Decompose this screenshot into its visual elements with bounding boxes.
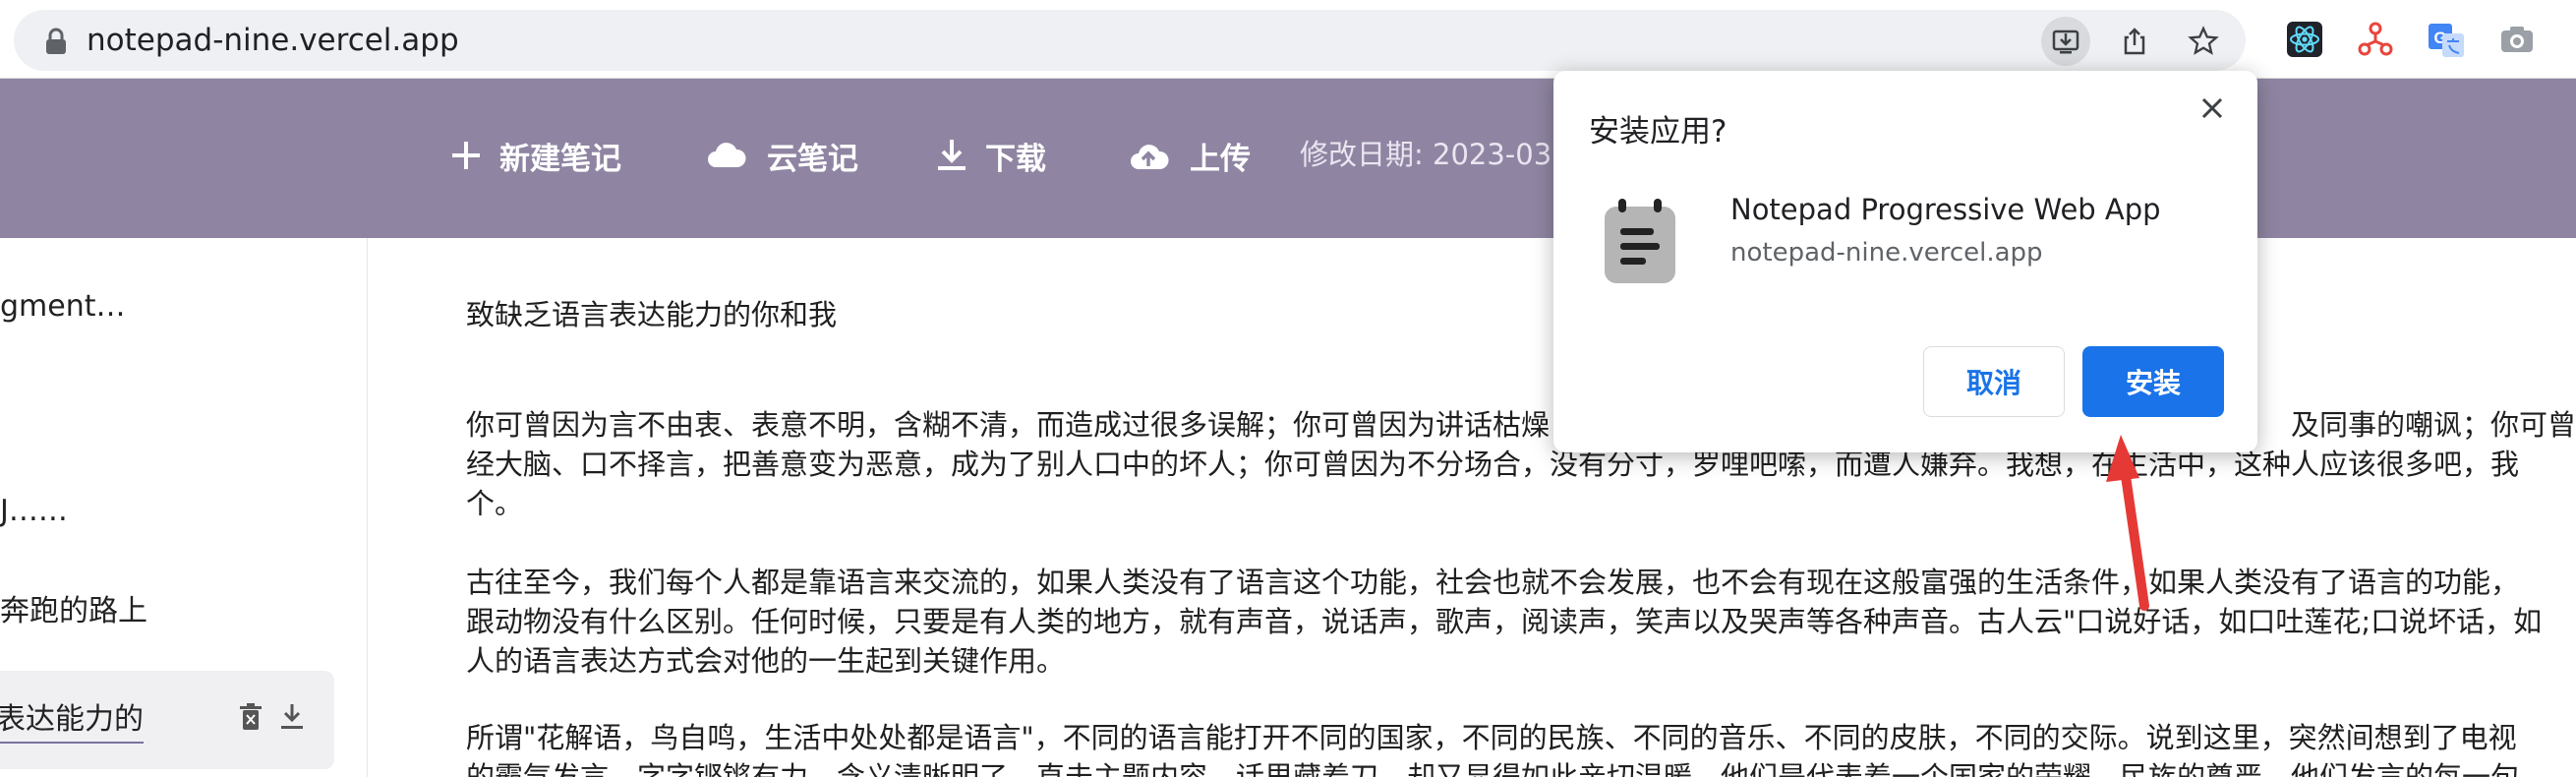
install-button[interactable]: 安装 bbox=[2082, 346, 2224, 417]
new-note-button[interactable]: 新建笔记 bbox=[446, 128, 621, 183]
react-devtools-icon bbox=[2287, 22, 2322, 57]
close-button[interactable] bbox=[2193, 89, 2232, 128]
notepad-app-icon bbox=[1605, 199, 1675, 283]
install-app-dialog: 安装应用? Notepad Progressive Web App notepa… bbox=[1553, 71, 2257, 452]
cloud-notes-label: 云笔记 bbox=[767, 141, 858, 177]
download-icon bbox=[938, 140, 966, 170]
react-devtools-extension[interactable] bbox=[2281, 16, 2328, 63]
address-bar[interactable]: notepad-nine.vercel.app bbox=[14, 10, 2246, 71]
note-paragraph[interactable]: 你可曾因为言不由衷、表意不明，含糊不清，而造成过很多误解；你可曾因为讲话枯燥 及… bbox=[466, 405, 2576, 523]
upload-button[interactable]: 上传 bbox=[1121, 128, 1251, 183]
delete-note-button[interactable] bbox=[234, 700, 267, 734]
network-extension[interactable] bbox=[2352, 16, 2399, 63]
install-app-button[interactable] bbox=[2041, 17, 2090, 66]
app-origin: notepad-nine.vercel.app bbox=[1730, 238, 2043, 268]
download-note-button[interactable] bbox=[275, 700, 309, 734]
note-list-item[interactable]: 奔跑的路上 bbox=[0, 592, 147, 631]
browser-toolbar: notepad-nine.vercel.app G bbox=[0, 0, 2576, 79]
camera-extension[interactable] bbox=[2493, 16, 2541, 63]
trash-icon bbox=[240, 703, 262, 730]
note-list-item-label[interactable]: 表达能力的你 bbox=[0, 700, 144, 744]
dialog-title: 安装应用? bbox=[1589, 114, 1727, 149]
share-button[interactable] bbox=[2110, 17, 2159, 66]
note-list-item[interactable]: J…… bbox=[0, 492, 68, 531]
text-line: 个。 bbox=[466, 487, 524, 520]
text-line: 的霸气发言，字字铿锵有力，含义清晰明了，直击主题内容，话里藏着刀，却又显得如此亲… bbox=[466, 760, 2520, 777]
bookmark-star-icon bbox=[2188, 26, 2219, 55]
plus-icon bbox=[452, 142, 480, 169]
note-list-item-selected[interactable]: 表达能力的你 bbox=[0, 671, 334, 769]
note-title[interactable]: 致缺乏语言表达能力的你和我 bbox=[466, 295, 837, 334]
download-label: 下载 bbox=[985, 141, 1046, 177]
url-text[interactable]: notepad-nine.vercel.app bbox=[87, 22, 459, 59]
notes-sidebar: gment… J…… 奔跑的路上 表达能力的你 bbox=[0, 238, 368, 777]
cloud-icon bbox=[708, 143, 746, 167]
text-line: 人的语言表达方式会对他的一生起到关键作用。 bbox=[466, 644, 1066, 678]
download-button[interactable]: 下载 bbox=[932, 128, 1046, 183]
modified-date: 修改日期: 2023-03 bbox=[1300, 138, 1552, 171]
translate-extension[interactable]: G bbox=[2423, 16, 2470, 63]
share-icon bbox=[2124, 28, 2145, 55]
text-line: 你可曾因为言不由衷、表意不明，含糊不清，而造成过很多误解；你可曾因为讲话枯燥 bbox=[466, 408, 1551, 442]
network-extension-icon bbox=[2358, 22, 2393, 56]
camera-extension-icon bbox=[2501, 27, 2533, 52]
install-app-icon bbox=[2052, 30, 2079, 54]
upload-label: 上传 bbox=[1190, 141, 1251, 177]
note-paragraph[interactable]: 古往至今，我们每个人都是靠语言来交流的，如果人类没有了语言这个功能，社会也就不会… bbox=[466, 563, 2576, 681]
text-line: 经大脑、口不择言，把善意变为恶意，成为了别人口中的坏人；你可曾因为不分场合，没有… bbox=[466, 448, 2520, 481]
translate-extension-icon: G bbox=[2429, 24, 2464, 57]
note-paragraph[interactable]: 所谓"花解语，鸟自鸣，生活中处处都是语言"，不同的语言能打开不同的国家，不同的民… bbox=[466, 718, 2576, 777]
bookmark-button[interactable] bbox=[2179, 17, 2228, 66]
text-line: 古往至今，我们每个人都是靠语言来交流的，如果人类没有了语言这个功能，社会也就不会… bbox=[466, 566, 2520, 599]
text-line: 及同事的嘲讽；你可曾因 bbox=[2291, 408, 2576, 442]
cloud-notes-button[interactable]: 云笔记 bbox=[698, 128, 858, 183]
close-icon bbox=[2201, 97, 2223, 119]
text-line: 所谓"花解语，鸟自鸣，生活中处处都是语言"，不同的语言能打开不同的国家，不同的民… bbox=[466, 721, 2517, 754]
new-note-label: 新建笔记 bbox=[499, 141, 621, 177]
note-list-item[interactable]: gment… bbox=[0, 287, 126, 327]
text-line: 跟动物没有什么区别。任何时候，只要是有人类的地方，就有声音，说话声，歌声，阅读声… bbox=[466, 605, 2543, 638]
download-icon bbox=[281, 704, 303, 729]
cancel-button[interactable]: 取消 bbox=[1923, 346, 2065, 417]
lock-icon[interactable] bbox=[43, 27, 69, 56]
app-name: Notepad Progressive Web App bbox=[1730, 193, 2161, 226]
cloud-upload-icon bbox=[1131, 145, 1169, 169]
